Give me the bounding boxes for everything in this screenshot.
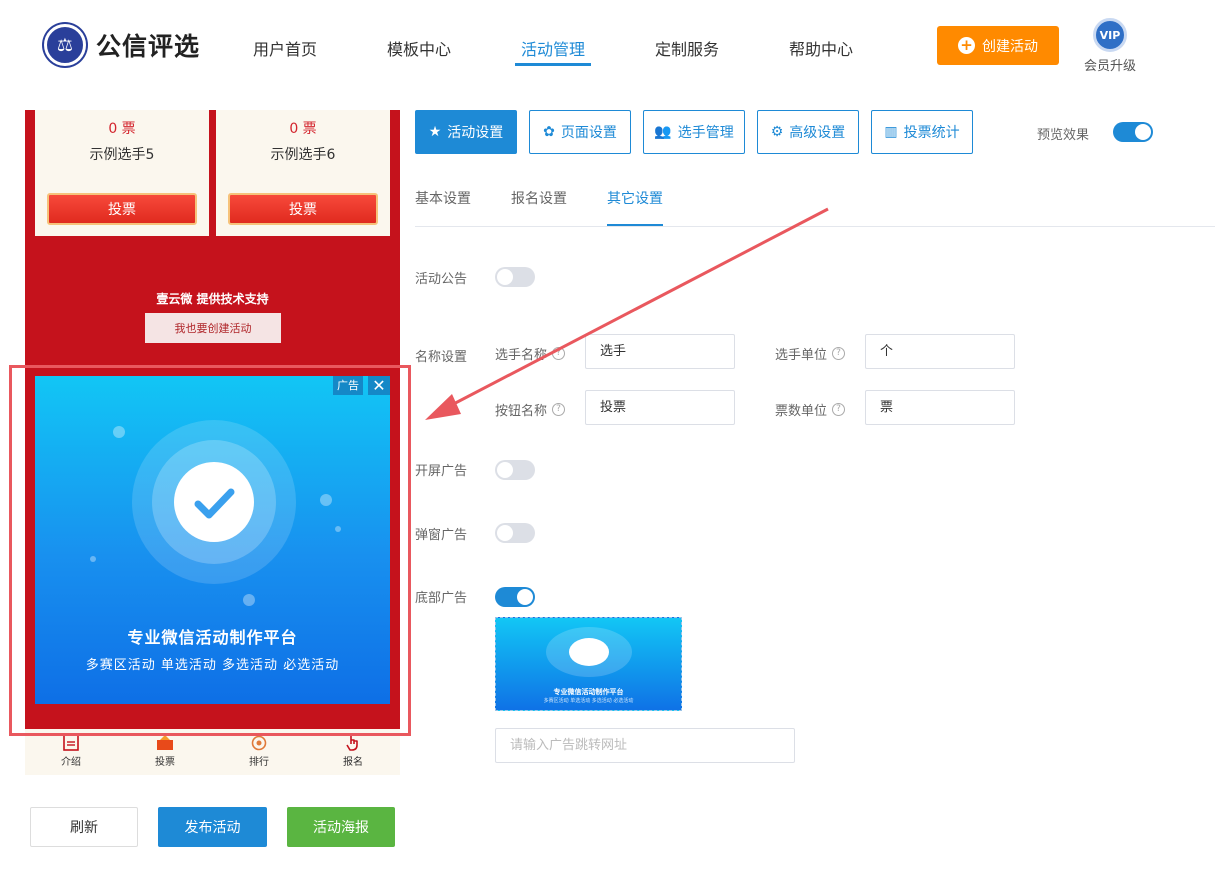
annotation-arrow [425,207,829,420]
